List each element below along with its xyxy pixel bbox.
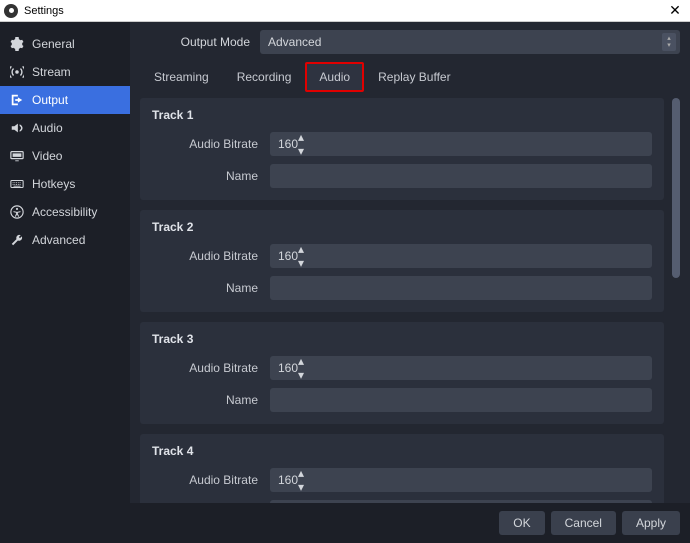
audio-bitrate-select[interactable]: 160 ▴▾ [270,468,652,492]
sidebar-item-label: Stream [32,65,71,79]
tracks-scroll-area: Track 1 Audio Bitrate 160 ▴▾ Name [140,98,668,503]
sidebar-item-accessibility[interactable]: Accessibility [0,198,130,226]
sidebar-item-general[interactable]: General [0,30,130,58]
track-name-label: Name [152,393,270,407]
track-name-input[interactable] [270,500,652,503]
speaker-icon [10,121,24,135]
sidebar-item-label: General [32,37,75,51]
content-area: Output Mode Advanced ▴▾ Streaming Record… [130,22,690,503]
output-icon [10,93,24,107]
ok-button[interactable]: OK [499,511,544,535]
stepper-icon[interactable]: ▴▾ [298,354,304,382]
output-mode-select[interactable]: Advanced ▴▾ [260,30,680,54]
sidebar: General Stream Output Audio [0,22,130,503]
track-title: Track 4 [152,444,652,458]
track-block-1: Track 1 Audio Bitrate 160 ▴▾ Name [140,98,664,200]
audio-bitrate-label: Audio Bitrate [152,249,270,263]
sidebar-item-label: Advanced [32,233,85,247]
window-body: General Stream Output Audio [0,22,690,503]
app-icon [4,4,18,18]
track-name-input[interactable] [270,276,652,300]
track-block-2: Track 2 Audio Bitrate 160 ▴▾ Name [140,210,664,312]
cancel-button[interactable]: Cancel [551,511,616,535]
scroll-wrap: Track 1 Audio Bitrate 160 ▴▾ Name [140,98,680,503]
track-name-label: Name [152,281,270,295]
sidebar-item-stream[interactable]: Stream [0,58,130,86]
window-title: Settings [24,5,660,17]
sidebar-item-output[interactable]: Output [0,86,130,114]
tab-streaming[interactable]: Streaming [140,62,223,92]
accessibility-icon [10,205,24,219]
stepper-icon[interactable]: ▴▾ [298,242,304,270]
output-mode-label: Output Mode [140,35,260,49]
sidebar-item-hotkeys[interactable]: Hotkeys [0,170,130,198]
output-mode-row: Output Mode Advanced ▴▾ [140,30,680,54]
stepper-icon[interactable]: ▴▾ [298,130,304,158]
track-name-input[interactable] [270,164,652,188]
track-title: Track 2 [152,220,652,234]
sidebar-item-label: Output [32,93,68,107]
audio-bitrate-label: Audio Bitrate [152,361,270,375]
audio-bitrate-select[interactable]: 160 ▴▾ [270,132,652,156]
output-mode-value: Advanced [268,35,321,49]
antenna-icon [10,65,24,79]
sidebar-item-label: Accessibility [32,205,97,219]
scroll-thumb[interactable] [672,98,680,278]
vertical-scrollbar[interactable] [672,98,680,503]
dialog-footer: OK Cancel Apply [0,503,690,543]
audio-bitrate-label: Audio Bitrate [152,137,270,151]
keyboard-icon [10,177,24,191]
close-icon[interactable]: ✕ [660,0,690,22]
sidebar-item-video[interactable]: Video [0,142,130,170]
monitor-icon [10,149,24,163]
gear-icon [10,37,24,51]
tab-replay-buffer[interactable]: Replay Buffer [364,62,465,92]
tab-audio[interactable]: Audio [305,62,364,92]
sidebar-item-audio[interactable]: Audio [0,114,130,142]
track-name-label: Name [152,169,270,183]
settings-window: Settings ✕ General Stream Out [0,0,690,543]
track-name-input[interactable] [270,388,652,412]
sidebar-item-label: Hotkeys [32,177,75,191]
sidebar-item-label: Video [32,149,62,163]
audio-bitrate-select[interactable]: 160 ▴▾ [270,356,652,380]
output-tabs: Streaming Recording Audio Replay Buffer [140,62,680,92]
apply-button[interactable]: Apply [622,511,680,535]
track-title: Track 3 [152,332,652,346]
track-title: Track 1 [152,108,652,122]
stepper-icon[interactable]: ▴▾ [298,466,304,494]
track-block-3: Track 3 Audio Bitrate 160 ▴▾ Name [140,322,664,424]
track-block-4: Track 4 Audio Bitrate 160 ▴▾ Name [140,434,664,503]
sidebar-item-advanced[interactable]: Advanced [0,226,130,254]
window-titlebar: Settings ✕ [0,0,690,22]
tab-recording[interactable]: Recording [223,62,306,92]
audio-bitrate-select[interactable]: 160 ▴▾ [270,244,652,268]
audio-bitrate-label: Audio Bitrate [152,473,270,487]
sidebar-item-label: Audio [32,121,63,135]
tools-icon [10,233,24,247]
stepper-icon[interactable]: ▴▾ [662,33,676,51]
